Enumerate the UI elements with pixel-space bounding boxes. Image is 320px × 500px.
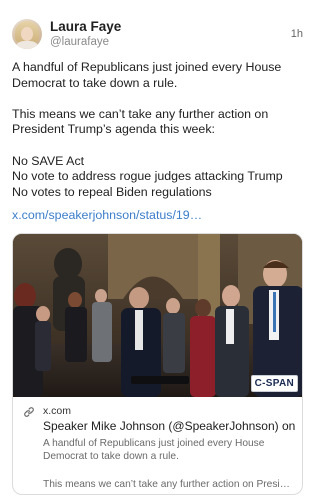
post-paragraph: This means we can’t take any further act… — [12, 106, 269, 137]
post-link[interactable]: x.com/speakerjohnson/status/19… — [12, 208, 202, 222]
link-domain: x.com — [43, 405, 72, 417]
link-description: A handful of Republicans just joined eve… — [43, 438, 265, 463]
post-paragraph: A handful of Republicans just joined eve… — [12, 60, 282, 90]
video-still-image — [13, 234, 302, 397]
author-handle[interactable]: @laurafaye — [50, 36, 109, 48]
link-preview-card[interactable]: C-SPAN x.com Speaker Mike Johnson (@Spea… — [12, 233, 303, 495]
post-text: A handful of Republicans just joined eve… — [12, 60, 308, 200]
post-timestamp[interactable]: 1h — [291, 28, 303, 40]
link-preview-meta[interactable]: x.com Speaker Mike Johnson (@SpeakerJohn… — [13, 397, 302, 494]
cspan-watermark: C-SPAN — [250, 375, 298, 392]
author-name[interactable]: Laura Faye — [50, 19, 121, 34]
post-card: Laura Faye @laurafaye 1h A handful of Re… — [0, 0, 315, 500]
avatar[interactable] — [12, 19, 42, 49]
link-icon — [24, 407, 34, 417]
link-preview-image[interactable]: C-SPAN — [13, 234, 302, 397]
link-description-continued: This means we can’t take any further act… — [43, 479, 295, 490]
post-paragraph: No SAVE Act No vote to address rogue jud… — [12, 153, 283, 199]
link-title[interactable]: Speaker Mike Johnson (@SpeakerJohnson) o… — [43, 419, 299, 433]
